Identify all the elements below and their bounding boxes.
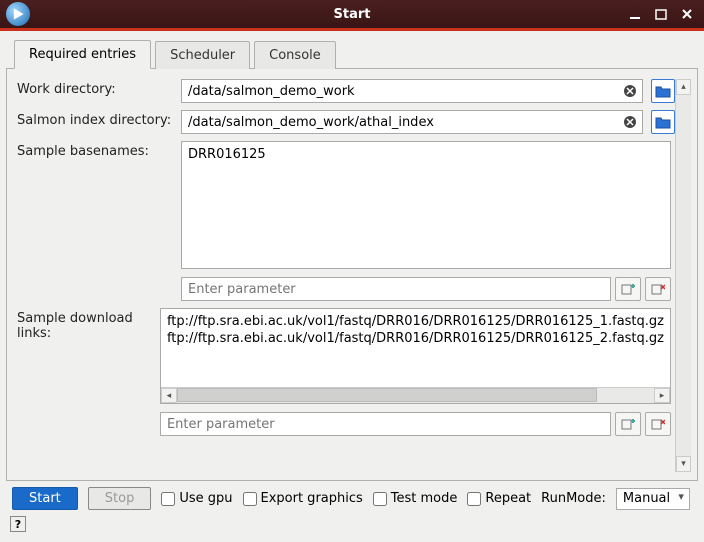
add-param-button[interactable]: [615, 277, 641, 301]
tab-scheduler[interactable]: Scheduler: [155, 41, 250, 69]
index-dir-label: Salmon index directory:: [17, 110, 181, 128]
remove-param-button[interactable]: [645, 277, 671, 301]
clear-icon[interactable]: [623, 83, 639, 99]
close-button[interactable]: [680, 7, 694, 21]
browse-work-dir-button[interactable]: [651, 79, 675, 103]
downloads-content: ftp://ftp.sra.ebi.ac.uk/vol1/fastq/DRR01…: [161, 309, 670, 351]
bottom-bar: Start Stop Use gpu Export graphics Test …: [6, 481, 698, 514]
basenames-label: Sample basenames:: [17, 141, 181, 159]
downloads-list[interactable]: ftp://ftp.sra.ebi.ac.uk/vol1/fastq/DRR01…: [160, 308, 671, 404]
downloads-label: Sample download links:: [17, 308, 160, 341]
runmode-select[interactable]: Manual: [616, 488, 690, 510]
list-item: ftp://ftp.sra.ebi.ac.uk/vol1/fastq/DRR01…: [167, 313, 664, 330]
basenames-list[interactable]: DRR016125: [181, 141, 671, 269]
clear-icon[interactable]: [623, 114, 639, 130]
test-mode-checkbox[interactable]: Test mode: [373, 491, 458, 506]
basenames-param-input[interactable]: [181, 277, 611, 301]
work-dir-input[interactable]: [181, 79, 643, 103]
help-button[interactable]: ?: [10, 516, 26, 532]
scroll-thumb[interactable]: [177, 388, 597, 402]
titlebar: Start: [0, 0, 704, 28]
tab-bar: Required entries Scheduler Console: [6, 39, 698, 69]
form-panel: Work directory: Salmon index directory: …: [6, 69, 698, 481]
stop-button[interactable]: Stop: [88, 487, 152, 510]
downloads-param-input[interactable]: [160, 412, 611, 436]
start-button[interactable]: Start: [12, 487, 78, 510]
horizontal-scrollbar[interactable]: ◂ ▸: [161, 387, 670, 403]
add-param-button[interactable]: [615, 412, 641, 436]
vertical-scrollbar[interactable]: ▴ ▾: [675, 79, 691, 472]
scroll-right-icon[interactable]: ▸: [654, 388, 670, 403]
window-title: Start: [0, 7, 704, 22]
runmode-label: RunMode:: [541, 491, 606, 506]
scroll-left-icon[interactable]: ◂: [161, 388, 177, 403]
tab-required-entries[interactable]: Required entries: [14, 40, 151, 69]
export-graphics-checkbox[interactable]: Export graphics: [243, 491, 363, 506]
maximize-button[interactable]: [654, 7, 668, 21]
tab-console[interactable]: Console: [254, 41, 336, 69]
scroll-up-icon[interactable]: ▴: [676, 79, 691, 95]
scroll-down-icon[interactable]: ▾: [676, 456, 691, 472]
minimize-button[interactable]: [628, 7, 642, 21]
use-gpu-checkbox[interactable]: Use gpu: [161, 491, 232, 506]
app-icon: [6, 2, 30, 26]
work-dir-label: Work directory:: [17, 79, 181, 97]
list-item: ftp://ftp.sra.ebi.ac.uk/vol1/fastq/DRR01…: [167, 330, 664, 347]
index-dir-input[interactable]: [181, 110, 643, 134]
browse-index-dir-button[interactable]: [651, 110, 675, 134]
remove-param-button[interactable]: [645, 412, 671, 436]
repeat-checkbox[interactable]: Repeat: [467, 491, 531, 506]
